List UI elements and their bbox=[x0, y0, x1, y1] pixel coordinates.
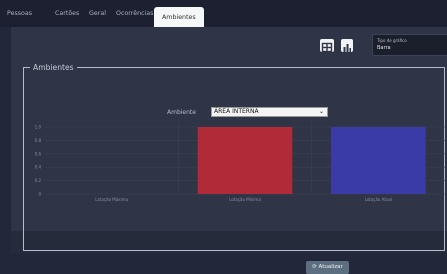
y-tick-label: 0.8 bbox=[35, 138, 42, 143]
bar bbox=[197, 127, 293, 194]
chart-x-labels: Lotação Máxima Lotação Mínima Lotação Atua… bbox=[95, 197, 392, 202]
tab-ocorrencias[interactable]: Ocorrências bbox=[116, 10, 153, 17]
tab-ambientes[interactable]: Ambientes bbox=[154, 7, 204, 27]
y-tick-label: 0.4 bbox=[35, 165, 42, 170]
tab-geral[interactable]: Geral bbox=[89, 10, 106, 17]
refresh-label: Atualizar bbox=[318, 264, 343, 270]
y-tick-label: 0.2 bbox=[35, 178, 42, 183]
y-tick-label: 1.0 bbox=[35, 125, 42, 130]
bar bbox=[331, 127, 426, 194]
bar-chart: 00.20.40.60.81.0 Lotação Máxima Lotação M… bbox=[35, 119, 445, 202]
tab-cartoes[interactable]: Cartões bbox=[55, 10, 79, 17]
refresh-icon: ⟳ bbox=[312, 264, 317, 270]
tab-bar: Pessoas Cartões Geral Ocorrências Ambien… bbox=[0, 0, 447, 27]
y-tick-label: 0 bbox=[38, 192, 41, 197]
chart-y-ticks: 0 0.2 0.4 0.6 0.8 1.0 bbox=[35, 125, 42, 197]
x-tick-label: Lotação Mínima bbox=[229, 197, 261, 202]
y-tick-label: 0.6 bbox=[35, 151, 42, 156]
main-panel: Tipo de gráfico Barra Ambientes Ambiente… bbox=[11, 27, 447, 274]
refresh-button[interactable]: ⟳ Atualizar bbox=[306, 261, 349, 274]
tab-pessoas[interactable]: Pessoas bbox=[7, 10, 32, 17]
x-tick-label: Lotação Atual bbox=[365, 197, 392, 202]
x-tick-label: Lotação Máxima bbox=[95, 197, 128, 202]
